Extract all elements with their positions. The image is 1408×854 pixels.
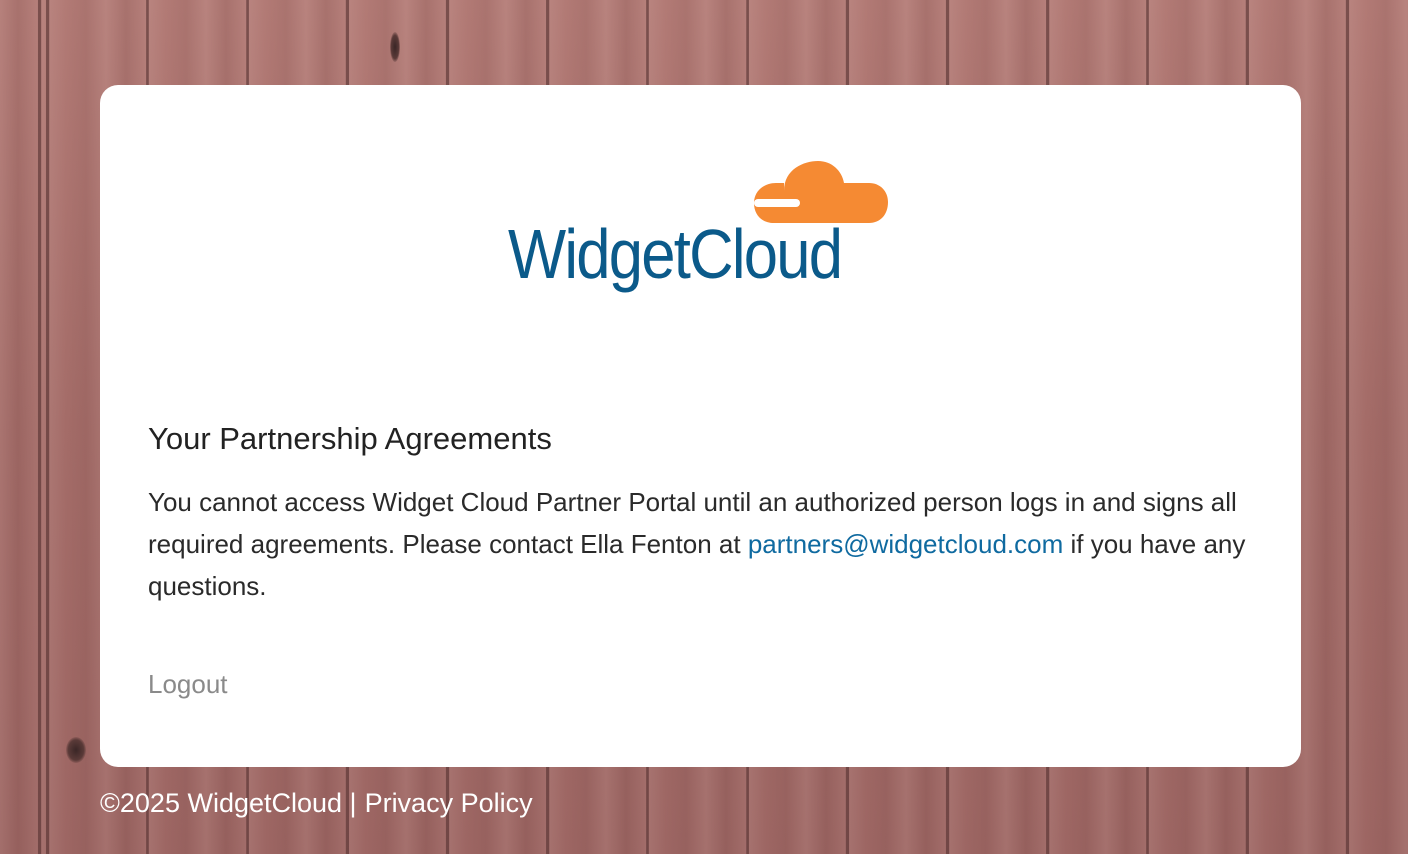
- contact-email-link[interactable]: partners@widgetcloud.com: [748, 529, 1063, 559]
- logo-wordmark: WidgetCloud: [508, 215, 843, 293]
- footer: ©2025 WidgetCloud | Privacy Policy: [100, 788, 533, 819]
- wood-knot: [66, 737, 86, 763]
- page-title: Your Partnership Agreements: [148, 421, 552, 456]
- agreements-card: WidgetCloud Your Partnership Agreements …: [100, 85, 1301, 767]
- copyright-text: ©2025 WidgetCloud |: [100, 788, 357, 818]
- widgetcloud-logo: WidgetCloud: [508, 161, 892, 311]
- wood-knot: [390, 32, 400, 62]
- logout-link[interactable]: Logout: [148, 669, 228, 700]
- access-message: You cannot access Widget Cloud Partner P…: [148, 481, 1258, 607]
- privacy-policy-link[interactable]: Privacy Policy: [365, 788, 533, 818]
